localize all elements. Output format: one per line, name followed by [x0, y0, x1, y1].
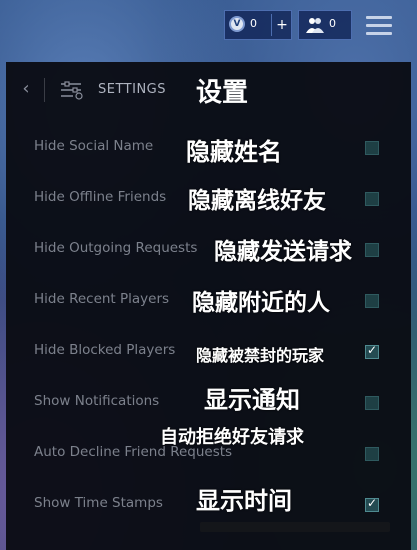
checkbox[interactable] [365, 243, 379, 257]
checkbox[interactable] [365, 396, 379, 410]
checkbox-checked[interactable]: ✓ [365, 343, 379, 359]
option-label-cn: 隐藏被禁封的玩家 [196, 346, 325, 365]
back-button[interactable]: ‹ [16, 79, 36, 99]
option-label-cn: 隐藏离线好友 [188, 188, 326, 214]
option-label: Hide Recent Players [34, 291, 170, 307]
option-label-cn: 隐藏姓名 [186, 138, 282, 166]
settings-panel: ‹ SETTINGS 设置 Hide Social Name 隐藏姓名 Hide… [6, 62, 411, 550]
panel-header: ‹ SETTINGS 设置 [6, 62, 411, 118]
option-label-cn: 隐藏附近的人 [192, 290, 330, 316]
option-label-cn: 自动拒绝好友请求 [160, 427, 304, 448]
checkbox[interactable] [365, 447, 379, 461]
option-label: Hide Offline Friends [34, 189, 167, 205]
checkbox[interactable] [365, 192, 379, 206]
option-label: Hide Social Name [34, 138, 154, 154]
friends-icon [306, 18, 324, 33]
vbucks-icon: V [229, 16, 245, 32]
vbucks-display[interactable]: V 0 + [224, 10, 292, 40]
checkbox[interactable] [365, 141, 379, 155]
menu-icon[interactable] [366, 16, 392, 36]
settings-title-cn: 设置 [196, 78, 249, 108]
friends-button[interactable]: 0 [298, 10, 352, 40]
checkbox-checked[interactable]: ✓ [365, 496, 379, 512]
option-label: Hide Blocked Players [34, 342, 176, 358]
checkmark-icon: ✓ [367, 343, 378, 357]
friends-count: 0 [329, 17, 336, 30]
option-label: Hide Outgoing Requests [34, 240, 198, 256]
top-bar: V 0 + 0 [0, 8, 417, 42]
option-label: Show Notifications [34, 393, 160, 409]
option-label-cn: 显示通知 [204, 386, 300, 414]
settings-title: SETTINGS [98, 82, 167, 97]
vbucks-count: 0 [250, 17, 257, 30]
header-divider [44, 78, 45, 102]
checkbox[interactable] [365, 294, 379, 308]
add-vbucks-button[interactable]: + [271, 14, 292, 36]
option-label: Show Time Stamps [34, 495, 163, 511]
sliders-icon [61, 81, 83, 100]
checkmark-icon: ✓ [367, 496, 378, 510]
option-label-cn: 隐藏发送请求 [214, 239, 352, 265]
option-label-cn: 显示时间 [196, 487, 292, 515]
